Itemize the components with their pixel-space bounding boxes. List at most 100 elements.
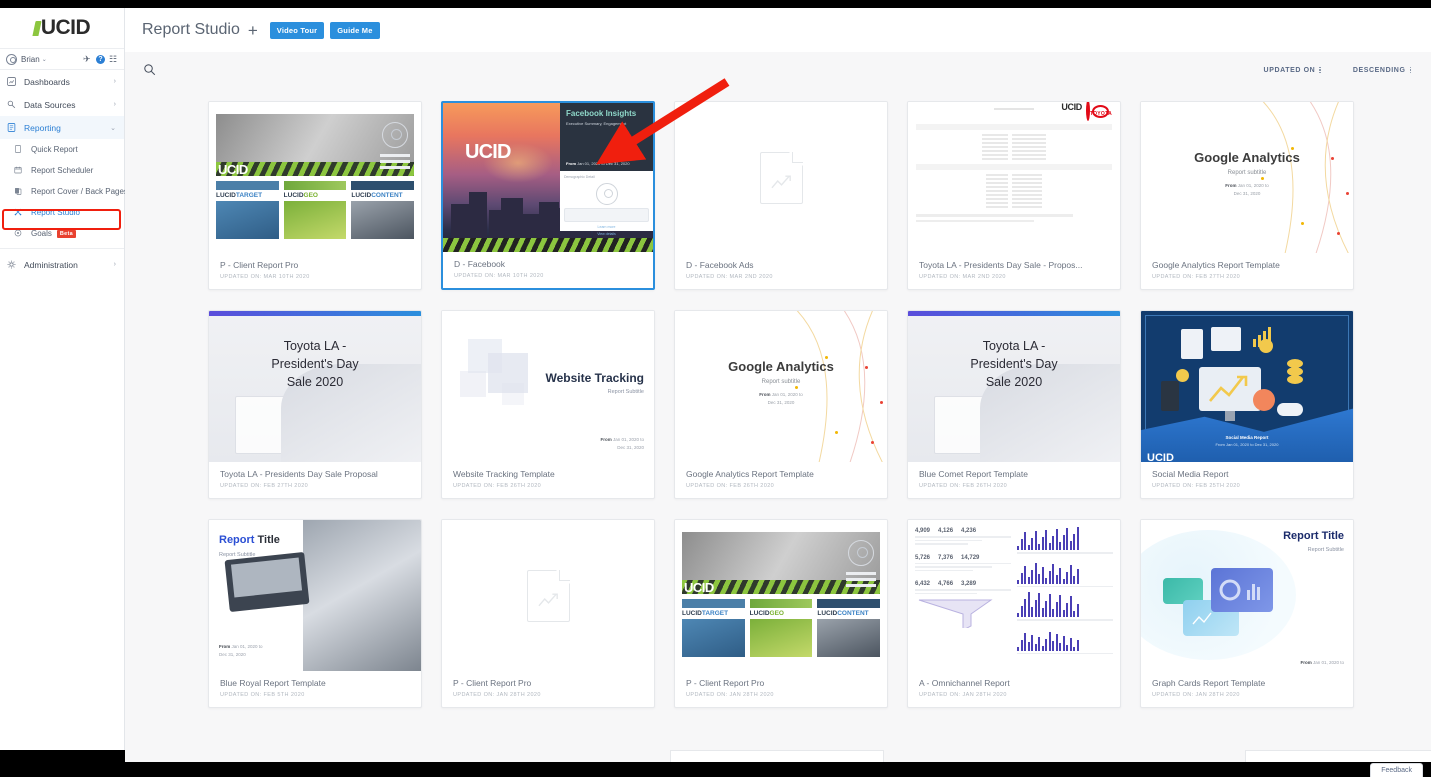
report-card-thumbnail[interactable]: Website Tracking Report Subtitle From Ja… — [442, 311, 654, 462]
report-card[interactable]: UCID Facebook Insights Executive Summary… — [441, 101, 655, 290]
report-card-date: UPDATED ON: FEB 26TH 2020 — [453, 483, 542, 489]
sidebar-item-goals[interactable]: Goals Beta — [0, 223, 124, 244]
placeholder-lines — [846, 572, 876, 590]
report-card-thumbnail[interactable]: UCID LUCIDTARGET LUCIDGEO LUCIDCONTENT — [209, 102, 421, 253]
search-icon[interactable] — [143, 63, 156, 78]
sidebar-item-label: Dashboards — [24, 76, 70, 87]
report-card[interactable]: Google Analytics Report subtitle From Ja… — [674, 310, 888, 499]
report-card-meta: Toyota LA - Presidents Day Sale - Propos… — [908, 253, 1120, 289]
report-card-title: P - Client Report Pro — [686, 678, 765, 688]
report-card[interactable]: Toyota LA - President's Day Sale 2020 Blue… — [907, 310, 1121, 499]
report-card-date: UPDATED ON: JAN 28TH 2020 — [919, 692, 1007, 698]
thumb-title: Social Media Report — [1225, 435, 1269, 440]
feedback-button[interactable]: Feedback — [1370, 763, 1423, 777]
sort-by-label: UPDATED ON — [1263, 66, 1316, 74]
report-card-thumbnail[interactable]: 4,909 4,126 4,236 5,726 7,376 14,729 6,432 4,… — [908, 520, 1120, 671]
user-menu[interactable]: Brian ⌄ ✈ ? ☷ — [0, 48, 124, 70]
report-card-thumbnail[interactable]: Toyota LA - President's Day Sale 2020 — [209, 311, 421, 462]
report-card-thumbnail[interactable]: Report Title Report Subtitle From Jan 01… — [209, 520, 421, 671]
thumb-subtitle: Report subtitle — [761, 378, 801, 385]
sidebar-item-report-cover-back-pages[interactable]: Report Cover / Back Pages — [0, 181, 128, 202]
report-card[interactable]: 4,909 4,126 4,236 5,726 7,376 14,729 6,432 4,… — [907, 519, 1121, 708]
avatar-placeholder-icon — [848, 540, 874, 566]
thumb-blank-document — [675, 102, 887, 253]
report-card-meta: Blue Royal Report Template UPDATED ON: FE… — [209, 671, 421, 707]
thumb-blank-document — [442, 520, 654, 671]
help-icon[interactable]: ? — [96, 54, 105, 64]
report-card-thumbnail[interactable]: UCID TOYOTA — [908, 102, 1120, 253]
sort-by-dropdown[interactable]: UPDATED ON — [1264, 67, 1321, 74]
chevron-right-icon: › — [113, 78, 116, 85]
thumb-title: Website Tracking — [545, 371, 644, 385]
report-card-meta: Blue Comet Report Template UPDATED ON: FE… — [908, 462, 1120, 498]
avatar — [6, 53, 17, 65]
report-card-thumbnail[interactable]: Google Analytics Report subtitle From Ja… — [675, 311, 887, 462]
report-card[interactable]: Social Media Report From Jan 01, 2020 to… — [1140, 310, 1354, 499]
card-partial[interactable] — [670, 750, 884, 762]
thumb-subtitle: Report Subtitle — [607, 389, 644, 395]
next-row-partial — [125, 750, 1431, 762]
report-card[interactable]: UCID LUCIDTARGET LUCIDGEO LUCIDCONTENT P… — [674, 519, 888, 708]
report-card[interactable]: Website Tracking Report Subtitle From Ja… — [441, 310, 655, 499]
sidebar-item-quick-report[interactable]: Quick Report — [0, 139, 124, 160]
report-card[interactable]: UCID TOYOTA Toyota LA - Presidents Day S… — [907, 101, 1121, 290]
report-card[interactable]: Google Analytics Report subtitle From Ja… — [1140, 101, 1354, 290]
report-card[interactable]: Report Title Report Subtitle From Jan 01… — [208, 519, 422, 708]
cover-pages-icon — [14, 187, 25, 197]
report-card[interactable]: Report Title Report Subtitle From Jan 01… — [1140, 519, 1354, 708]
report-card-date: UPDATED ON: FEB 27TH 2020 — [1152, 274, 1241, 280]
thumb-website-tracking: Website Tracking Report Subtitle From Ja… — [442, 311, 654, 462]
reporting-icon — [7, 123, 18, 132]
thumb-omnichannel: 4,909 4,126 4,236 5,726 7,376 14,729 6,432 4,… — [908, 520, 1120, 671]
report-card-title: Google Analytics Report Template — [686, 469, 814, 479]
avatar-placeholder-icon — [382, 122, 408, 148]
card-partial[interactable] — [1245, 750, 1431, 762]
report-card[interactable]: P - Client Report Pro UPDATED ON: JAN 28T… — [441, 519, 655, 708]
apps-icon[interactable]: ☷ — [109, 54, 118, 64]
sidebar-item-report-studio[interactable]: Report Studio — [0, 202, 124, 223]
report-card-date: UPDATED ON: MAR 2ND 2020 — [919, 274, 1006, 280]
report-card-meta: D - Facebook Ads UPDATED ON: MAR 2ND 2020 — [675, 253, 887, 289]
report-card-thumbnail[interactable]: Social Media Report From Jan 01, 2020 to… — [1141, 311, 1353, 462]
report-card[interactable]: Toyota LA - President's Day Sale 2020 Toyo… — [208, 310, 422, 499]
guide-me-button[interactable]: Guide Me — [330, 21, 380, 39]
sidebar-item-report-scheduler[interactable]: Report Scheduler — [0, 160, 124, 181]
thumb-logo: UCID — [218, 162, 248, 177]
main-content: Report Studio + Video Tour Guide Me UPDA… — [125, 8, 1431, 750]
app-logo-text: UCID — [40, 16, 91, 39]
sort-direction-dropdown[interactable]: DESCENDING — [1353, 67, 1411, 74]
report-card-date: UPDATED ON: FEB 26TH 2020 — [686, 483, 775, 489]
sidebar-item-administration[interactable]: Administration › — [0, 253, 124, 276]
report-card-thumbnail[interactable] — [442, 520, 654, 671]
user-name: Brian — [21, 54, 40, 64]
report-card-title: P - Client Report Pro — [453, 678, 532, 688]
report-card-date: UPDATED ON: FEB 27TH 2020 — [220, 483, 309, 489]
add-report-button[interactable]: + — [248, 22, 258, 39]
thumb-panel-subtitle: Executive Summary, Engagement — [566, 121, 627, 126]
gear-icon — [7, 260, 18, 269]
app-logo[interactable]: UCID — [0, 8, 124, 48]
report-card-thumbnail[interactable] — [675, 102, 887, 253]
bell-icon[interactable]: ✈ — [83, 54, 92, 64]
sidebar-item-dashboards[interactable]: Dashboards › — [0, 70, 124, 93]
report-card-title: Toyota LA - Presidents Day Sale Proposal — [220, 469, 378, 479]
report-card-date: UPDATED ON: FEB 5TH 2020 — [220, 692, 305, 698]
report-card[interactable]: UCID LUCIDTARGET LUCIDGEO LUCIDCONTENT P… — [208, 101, 422, 290]
thumb-metrics-column: 4,909 4,126 4,236 5,726 7,376 14,729 6,432 4,… — [915, 528, 1011, 663]
report-card-thumbnail[interactable]: UCID LUCIDTARGET LUCIDGEO LUCIDCONTENT — [675, 520, 887, 671]
report-studio-icon — [14, 208, 25, 218]
report-card-thumbnail[interactable]: Google Analytics Report subtitle From Ja… — [1141, 102, 1353, 253]
report-card-thumbnail[interactable]: Report Title Report Subtitle From Jan 01… — [1141, 520, 1353, 671]
sidebar-item-data-sources[interactable]: Data Sources › — [0, 93, 124, 116]
report-card-title: Social Media Report — [1152, 469, 1229, 479]
thumb-title: Toyota LA - President's Day Sale 2020 — [970, 339, 1058, 390]
sidebar-item-reporting[interactable]: Reporting ⌄ — [0, 116, 124, 139]
sidebar-subitem-label: Quick Report — [31, 145, 78, 154]
video-tour-button[interactable]: Video Tour — [269, 21, 325, 39]
report-card-thumbnail[interactable]: Toyota LA - President's Day Sale 2020 — [908, 311, 1120, 462]
report-card[interactable]: D - Facebook Ads UPDATED ON: MAR 2ND 2020 — [674, 101, 888, 290]
report-card-thumbnail[interactable]: UCID Facebook Insights Executive Summary… — [443, 103, 653, 252]
chevron-down-icon: ⌄ — [110, 124, 116, 132]
thumb-toyota-document: UCID TOYOTA — [916, 102, 1112, 247]
report-card-date: UPDATED ON: MAR 2ND 2020 — [686, 274, 773, 280]
